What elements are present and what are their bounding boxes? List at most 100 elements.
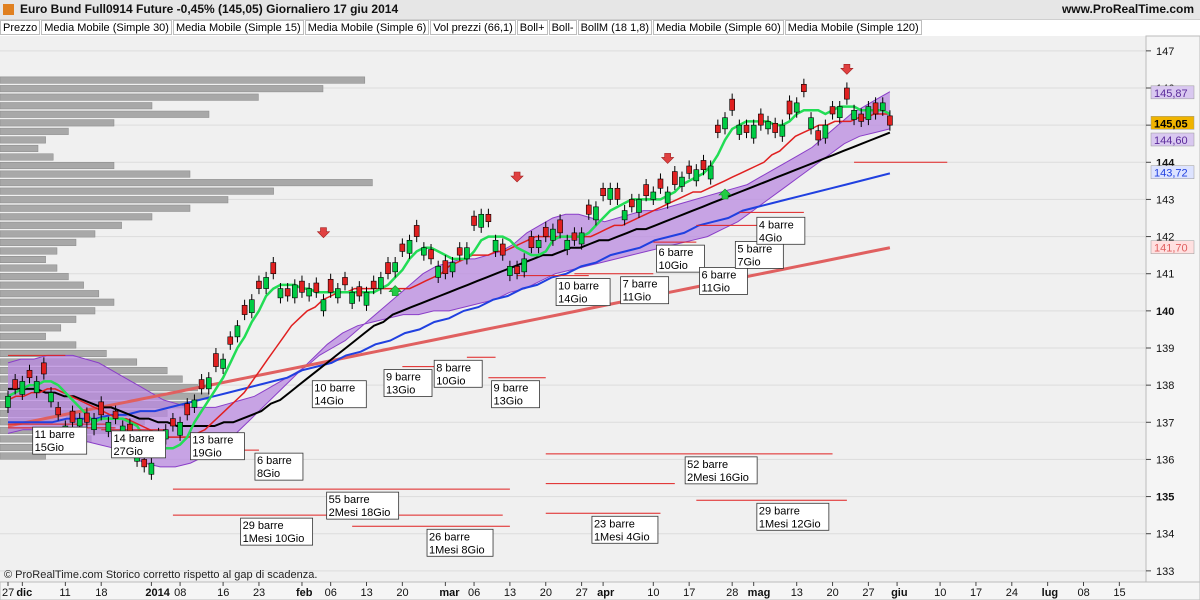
x-tick-label: 13 bbox=[791, 587, 803, 599]
candle-body bbox=[499, 243, 506, 256]
candle-body bbox=[628, 199, 635, 208]
candle-body bbox=[84, 412, 90, 423]
candle-body bbox=[879, 102, 886, 111]
candle-body bbox=[356, 286, 363, 297]
candle-body bbox=[19, 381, 26, 395]
x-tick-label: 16 bbox=[217, 587, 229, 599]
candle-body bbox=[614, 187, 621, 200]
candle-body bbox=[48, 392, 54, 403]
candle-body bbox=[514, 265, 520, 275]
candle-body bbox=[392, 262, 398, 273]
level-label-bars: 9 barre bbox=[386, 372, 421, 384]
candle-body bbox=[672, 171, 678, 185]
candle-body bbox=[270, 262, 277, 275]
candle-body bbox=[191, 399, 198, 408]
x-tick-label: lug bbox=[1042, 587, 1059, 599]
x-tick-label: 23 bbox=[253, 587, 265, 599]
volume-bar bbox=[0, 221, 122, 229]
volume-bar bbox=[0, 153, 54, 161]
candle-body bbox=[277, 288, 284, 299]
candle-body bbox=[148, 462, 155, 475]
x-tick-label: 20 bbox=[827, 587, 839, 599]
candle-body bbox=[449, 262, 456, 273]
candle-body bbox=[844, 87, 850, 100]
candle-body bbox=[399, 243, 406, 252]
x-tick-label: 08 bbox=[174, 587, 186, 599]
candle-body bbox=[521, 258, 528, 273]
level-label-bars: 4 barre bbox=[759, 219, 794, 231]
candle-body bbox=[607, 187, 614, 200]
level-label-duration: 11Gio bbox=[623, 292, 652, 304]
candle-body bbox=[327, 278, 334, 293]
volume-bar bbox=[0, 85, 324, 93]
volume-bar bbox=[0, 179, 373, 187]
level-label-duration: 14Gio bbox=[558, 294, 587, 306]
level-label-duration: 7Gio bbox=[737, 256, 760, 268]
candle-body bbox=[284, 288, 291, 297]
volume-bar bbox=[0, 238, 77, 246]
volume-bar bbox=[0, 119, 115, 127]
candle-body bbox=[743, 124, 750, 133]
candle-body bbox=[91, 418, 97, 431]
volume-bar bbox=[0, 204, 191, 212]
y-tick-label: 137 bbox=[1156, 417, 1174, 429]
candle-body bbox=[442, 260, 449, 275]
y-tick-label: 136 bbox=[1156, 454, 1174, 466]
x-tick-label: 13 bbox=[361, 587, 373, 599]
volume-bar bbox=[0, 127, 69, 135]
candle-body bbox=[256, 280, 262, 289]
candle-body bbox=[564, 239, 571, 250]
volume-bar bbox=[0, 256, 46, 264]
level-label-duration: 10Gio bbox=[436, 375, 465, 387]
x-tick-label: 10 bbox=[647, 587, 659, 599]
level-label-duration: 10Gio bbox=[658, 260, 687, 272]
volume-bar bbox=[0, 196, 229, 204]
candle-body bbox=[729, 98, 735, 111]
candle-body bbox=[456, 247, 463, 256]
x-tick-label: 27 bbox=[862, 587, 874, 599]
candle-body bbox=[69, 410, 76, 423]
candle-body bbox=[557, 219, 563, 234]
price-chart[interactable]: 11 barre15Gio 14 barre27Gio 13 barre19Gio 6… bbox=[0, 0, 1200, 600]
level-label-bars: 52 barre bbox=[687, 459, 728, 471]
volume-bar bbox=[0, 102, 153, 110]
volume-bar bbox=[0, 298, 115, 306]
candle-body bbox=[421, 247, 427, 256]
level-label-bars: 10 barre bbox=[558, 281, 599, 293]
volume-bar bbox=[0, 247, 58, 255]
candle-body bbox=[772, 122, 778, 133]
volume-bar bbox=[0, 213, 153, 221]
volume-bar bbox=[0, 110, 210, 118]
volume-bar bbox=[0, 187, 274, 195]
level-label-duration: 2Mesi 18Gio bbox=[329, 507, 391, 519]
candle-body bbox=[76, 418, 83, 427]
candle-body bbox=[686, 165, 692, 174]
level-label-bars: 6 barre bbox=[257, 455, 292, 467]
x-tick-label: 06 bbox=[468, 587, 480, 599]
volume-bar bbox=[0, 290, 100, 298]
level-label-bars: 10 barre bbox=[314, 383, 355, 395]
level-label-duration: 11Gio bbox=[701, 282, 730, 294]
candle-body bbox=[385, 262, 391, 275]
x-tick-label: 27 bbox=[576, 587, 588, 599]
y-tick-label: 134 bbox=[1156, 529, 1174, 541]
candle-body bbox=[320, 299, 327, 312]
plot-background bbox=[0, 36, 1146, 582]
candle-body bbox=[492, 239, 499, 252]
volume-bar bbox=[0, 307, 96, 315]
x-tick-label: 17 bbox=[683, 587, 695, 599]
candle-body bbox=[836, 106, 843, 119]
candle-body bbox=[593, 206, 599, 221]
candle-body bbox=[98, 401, 105, 416]
price-label: 144,60 bbox=[1154, 135, 1188, 147]
candle-body bbox=[363, 291, 370, 306]
candle-body bbox=[33, 381, 40, 393]
volume-bar bbox=[0, 324, 62, 332]
volume-bar bbox=[0, 144, 39, 152]
candle-body bbox=[184, 403, 191, 416]
candle-body bbox=[248, 299, 255, 314]
x-tick-label: 08 bbox=[1078, 587, 1090, 599]
candle-body bbox=[801, 83, 807, 93]
candle-body bbox=[808, 117, 814, 130]
candle-body bbox=[750, 124, 757, 139]
